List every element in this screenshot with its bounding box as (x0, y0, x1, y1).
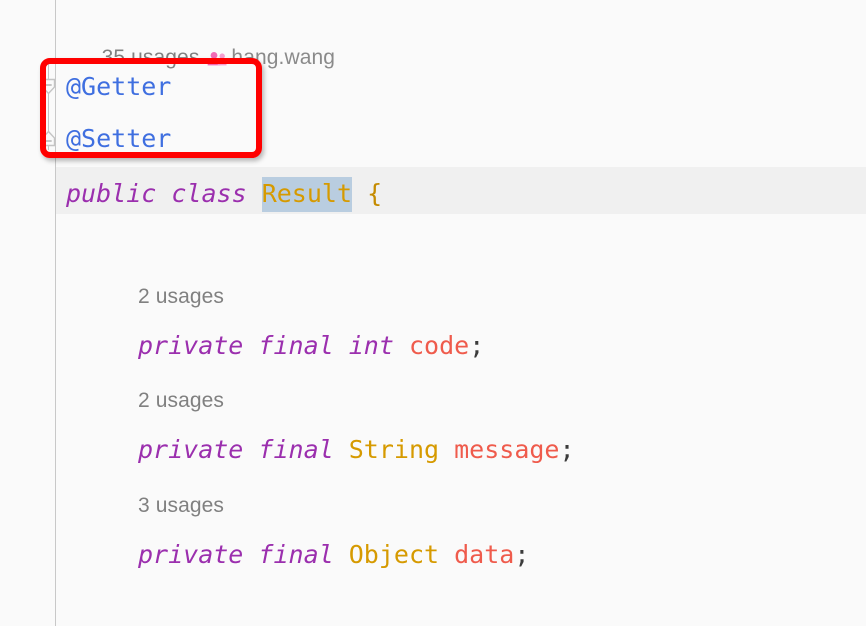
class-author-name[interactable]: hang.wang (231, 46, 335, 69)
field-semicolon-data: ; (514, 540, 530, 569)
field-modifier-message: private (138, 435, 244, 464)
annotation-fold-marker-getter-icon[interactable] (41, 78, 56, 95)
field-semicolon-message: ; (559, 435, 575, 464)
field-type-code: int (348, 331, 394, 360)
field-modifier-code: private (138, 331, 244, 360)
field-type-message[interactable]: String (349, 435, 439, 464)
field-type-data[interactable]: Object (349, 540, 439, 569)
field-final-data: final (258, 540, 334, 569)
modifier-keyword: public (66, 179, 157, 208)
annotation-fold-marker-setter-icon[interactable] (41, 130, 56, 147)
field-final-code: final (258, 331, 334, 360)
class-declaration-line[interactable]: public class Result { (66, 177, 383, 212)
class-keyword: class (171, 179, 247, 208)
class-usages-count[interactable]: 35 usages (102, 46, 200, 69)
class-name[interactable]: Result (261, 177, 353, 212)
field-name-code[interactable]: code (409, 331, 469, 360)
opening-brace: { (367, 179, 383, 208)
class-author-hint[interactable]: hang.wang (207, 46, 335, 69)
field-final-message: final (258, 435, 334, 464)
field-modifier-data: private (138, 540, 244, 569)
field-name-message[interactable]: message (454, 435, 559, 464)
field-declaration-data[interactable]: private final Object data; (138, 542, 529, 567)
code-content[interactable]: 35 usages hang.wang @Getter @Setter publi… (56, 0, 866, 626)
annotation-getter[interactable]: @Getter (66, 74, 171, 99)
field-semicolon-code: ; (469, 331, 485, 360)
field-usages-hint-data[interactable]: 3 usages (138, 495, 224, 516)
people-icon (207, 50, 228, 71)
field-usages-hint-code[interactable]: 2 usages (138, 286, 224, 307)
annotation-setter[interactable]: @Setter (66, 126, 171, 151)
field-declaration-code[interactable]: private final int code; (138, 333, 484, 358)
field-usages-hint-message[interactable]: 2 usages (138, 390, 224, 411)
field-declaration-message[interactable]: private final String message; (138, 437, 575, 462)
code-editor[interactable]: 35 usages hang.wang @Getter @Setter publi… (0, 0, 866, 626)
field-name-data[interactable]: data (454, 540, 514, 569)
